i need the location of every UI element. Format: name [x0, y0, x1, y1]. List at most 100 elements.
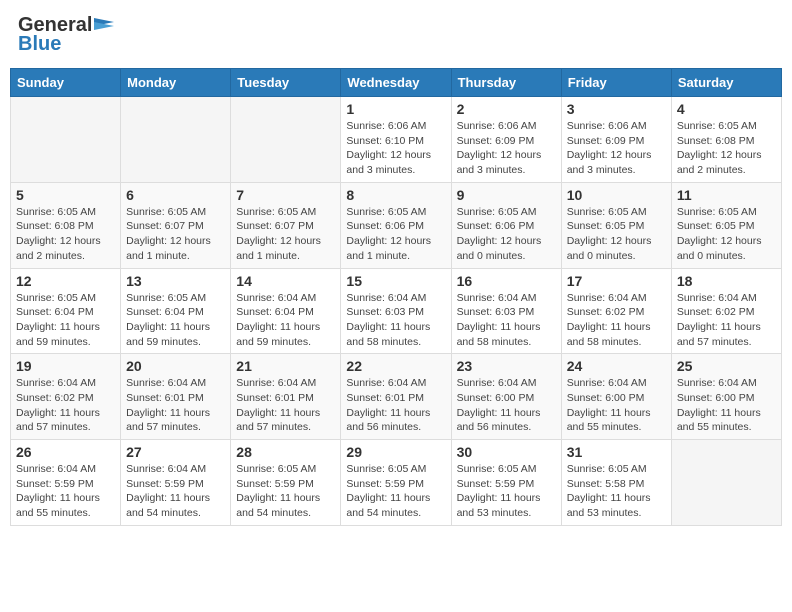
day-number: 17 — [567, 273, 666, 289]
day-number: 3 — [567, 101, 666, 117]
day-cell — [11, 97, 121, 183]
day-info: Sunrise: 6:05 AMSunset: 6:07 PMDaylight:… — [236, 205, 335, 264]
day-number: 25 — [677, 358, 776, 374]
day-cell: 9 Sunrise: 6:05 AMSunset: 6:06 PMDaylight… — [451, 182, 561, 268]
day-info: Sunrise: 6:04 AMSunset: 6:01 PMDaylight:… — [236, 376, 335, 435]
day-header-friday: Friday — [561, 69, 671, 97]
day-info: Sunrise: 6:04 AMSunset: 6:01 PMDaylight:… — [346, 376, 445, 435]
day-cell: 21Sunrise: 6:04 AMSunset: 6:01 PMDayligh… — [231, 354, 341, 440]
day-number: 8 — [346, 187, 445, 203]
day-cell: 12 Sunrise: 6:05 AMSunset: 6:04 PMDayligh… — [11, 268, 121, 354]
day-cell: 25Sunrise: 6:04 AMSunset: 6:00 PMDayligh… — [671, 354, 781, 440]
day-number: 6 — [126, 187, 225, 203]
day-number: 20 — [126, 358, 225, 374]
day-header-wednesday: Wednesday — [341, 69, 451, 97]
day-info: Sunrise: 6:04 AMSunset: 6:02 PMDaylight:… — [567, 291, 666, 350]
calendar-table: SundayMondayTuesdayWednesdayThursdayFrid… — [10, 68, 782, 526]
day-info: Sunrise: 6:04 AMSunset: 6:00 PMDaylight:… — [457, 376, 556, 435]
day-cell: 24 Sunrise: 6:04 AMSunset: 6:00 PMDayligh… — [561, 354, 671, 440]
logo: General Blue — [18, 14, 114, 56]
day-number: 15 — [346, 273, 445, 289]
day-number: 10 — [567, 187, 666, 203]
day-cell: 28Sunrise: 6:05 AMSunset: 5:59 PMDayligh… — [231, 440, 341, 526]
day-cell: 31 Sunrise: 6:05 AMSunset: 5:58 PMDayligh… — [561, 440, 671, 526]
day-cell: 4Sunrise: 6:05 AMSunset: 6:08 PMDaylight… — [671, 97, 781, 183]
day-info: Sunrise: 6:04 AMSunset: 6:03 PMDaylight:… — [457, 291, 556, 350]
day-number: 1 — [346, 101, 445, 117]
day-cell: 30 Sunrise: 6:05 AMSunset: 5:59 PMDayligh… — [451, 440, 561, 526]
day-number: 7 — [236, 187, 335, 203]
day-info: Sunrise: 6:05 AMSunset: 5:59 PMDaylight:… — [457, 462, 556, 521]
day-number: 2 — [457, 101, 556, 117]
day-number: 31 — [567, 444, 666, 460]
day-header-monday: Monday — [121, 69, 231, 97]
day-cell: 19 Sunrise: 6:04 AMSunset: 6:02 PMDayligh… — [11, 354, 121, 440]
week-row-3: 12 Sunrise: 6:05 AMSunset: 6:04 PMDayligh… — [11, 268, 782, 354]
day-cell: 27 Sunrise: 6:04 AMSunset: 5:59 PMDayligh… — [121, 440, 231, 526]
day-info: Sunrise: 6:05 AMSunset: 6:04 PMDaylight:… — [16, 291, 115, 350]
day-info: Sunrise: 6:05 AMSunset: 5:59 PMDaylight:… — [346, 462, 445, 521]
day-header-sunday: Sunday — [11, 69, 121, 97]
logo-flag-icon — [94, 18, 114, 34]
day-number: 29 — [346, 444, 445, 460]
header-row: SundayMondayTuesdayWednesdayThursdayFrid… — [11, 69, 782, 97]
day-number: 9 — [457, 187, 556, 203]
day-cell: 29 Sunrise: 6:05 AMSunset: 5:59 PMDayligh… — [341, 440, 451, 526]
day-info: Sunrise: 6:04 AMSunset: 6:00 PMDaylight:… — [567, 376, 666, 435]
day-number: 18 — [677, 273, 776, 289]
day-cell: 14 Sunrise: 6:04 AMSunset: 6:04 PMDayligh… — [231, 268, 341, 354]
day-number: 5 — [16, 187, 115, 203]
day-cell: 8 Sunrise: 6:05 AMSunset: 6:06 PMDaylight… — [341, 182, 451, 268]
day-info: Sunrise: 6:05 AMSunset: 6:06 PMDaylight:… — [457, 205, 556, 264]
day-cell: 11Sunrise: 6:05 AMSunset: 6:05 PMDayligh… — [671, 182, 781, 268]
day-number: 27 — [126, 444, 225, 460]
header: General Blue — [10, 10, 782, 60]
week-row-2: 5Sunrise: 6:05 AMSunset: 6:08 PMDaylight… — [11, 182, 782, 268]
day-cell: 16Sunrise: 6:04 AMSunset: 6:03 PMDayligh… — [451, 268, 561, 354]
day-header-saturday: Saturday — [671, 69, 781, 97]
day-number: 13 — [126, 273, 225, 289]
day-number: 4 — [677, 101, 776, 117]
day-info: Sunrise: 6:04 AMSunset: 6:02 PMDaylight:… — [16, 376, 115, 435]
day-info: Sunrise: 6:05 AMSunset: 6:04 PMDaylight:… — [126, 291, 225, 350]
day-cell: 20 Sunrise: 6:04 AMSunset: 6:01 PMDayligh… — [121, 354, 231, 440]
day-cell: 18 Sunrise: 6:04 AMSunset: 6:02 PMDayligh… — [671, 268, 781, 354]
day-cell — [121, 97, 231, 183]
day-number: 28 — [236, 444, 335, 460]
day-cell: 5Sunrise: 6:05 AMSunset: 6:08 PMDaylight… — [11, 182, 121, 268]
day-info: Sunrise: 6:05 AMSunset: 6:05 PMDaylight:… — [567, 205, 666, 264]
day-info: Sunrise: 6:06 AMSunset: 6:09 PMDaylight:… — [457, 119, 556, 178]
day-cell: 10 Sunrise: 6:05 AMSunset: 6:05 PMDayligh… — [561, 182, 671, 268]
day-info: Sunrise: 6:04 AMSunset: 6:01 PMDaylight:… — [126, 376, 225, 435]
day-number: 24 — [567, 358, 666, 374]
day-cell: 15 Sunrise: 6:04 AMSunset: 6:03 PMDayligh… — [341, 268, 451, 354]
week-row-4: 19 Sunrise: 6:04 AMSunset: 6:02 PMDayligh… — [11, 354, 782, 440]
day-cell: 3Sunrise: 6:06 AMSunset: 6:09 PMDaylight… — [561, 97, 671, 183]
week-row-5: 26 Sunrise: 6:04 AMSunset: 5:59 PMDayligh… — [11, 440, 782, 526]
day-number: 19 — [16, 358, 115, 374]
day-info: Sunrise: 6:06 AMSunset: 6:10 PMDaylight:… — [346, 119, 445, 178]
week-row-1: 1 Sunrise: 6:06 AMSunset: 6:10 PMDaylight… — [11, 97, 782, 183]
day-info: Sunrise: 6:04 AMSunset: 6:04 PMDaylight:… — [236, 291, 335, 350]
day-cell — [671, 440, 781, 526]
day-info: Sunrise: 6:05 AMSunset: 5:58 PMDaylight:… — [567, 462, 666, 521]
day-cell: 23 Sunrise: 6:04 AMSunset: 6:00 PMDayligh… — [451, 354, 561, 440]
day-info: Sunrise: 6:05 AMSunset: 6:07 PMDaylight:… — [126, 205, 225, 264]
day-info: Sunrise: 6:05 AMSunset: 6:06 PMDaylight:… — [346, 205, 445, 264]
day-info: Sunrise: 6:04 AMSunset: 5:59 PMDaylight:… — [126, 462, 225, 521]
day-cell: 22 Sunrise: 6:04 AMSunset: 6:01 PMDayligh… — [341, 354, 451, 440]
day-info: Sunrise: 6:04 AMSunset: 6:03 PMDaylight:… — [346, 291, 445, 350]
day-cell: 17 Sunrise: 6:04 AMSunset: 6:02 PMDayligh… — [561, 268, 671, 354]
logo-blue-text: Blue — [18, 33, 61, 56]
day-number: 22 — [346, 358, 445, 374]
day-cell: 2 Sunrise: 6:06 AMSunset: 6:09 PMDaylight… — [451, 97, 561, 183]
day-info: Sunrise: 6:04 AMSunset: 6:02 PMDaylight:… — [677, 291, 776, 350]
day-number: 12 — [16, 273, 115, 289]
day-number: 30 — [457, 444, 556, 460]
day-number: 26 — [16, 444, 115, 460]
day-info: Sunrise: 6:05 AMSunset: 6:05 PMDaylight:… — [677, 205, 776, 264]
day-number: 23 — [457, 358, 556, 374]
day-header-thursday: Thursday — [451, 69, 561, 97]
day-cell: 26Sunrise: 6:04 AMSunset: 5:59 PMDayligh… — [11, 440, 121, 526]
day-number: 14 — [236, 273, 335, 289]
